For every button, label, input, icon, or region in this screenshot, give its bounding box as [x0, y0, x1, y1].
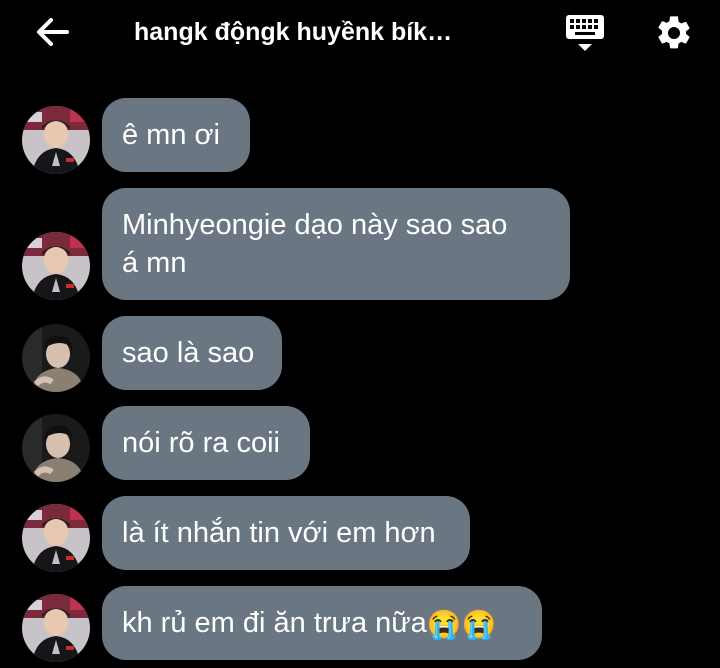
- arrow-left-icon: [37, 18, 69, 46]
- avatar[interactable]: [22, 594, 90, 662]
- avatar-image: [22, 106, 90, 174]
- gear-icon: [658, 16, 690, 49]
- message-text: là ít nhắn tin với em hơn: [122, 517, 436, 549]
- message-bubble[interactable]: nói rõ ra coii: [102, 406, 310, 480]
- message-text: Minhyeongie dạo này sao sao: [122, 209, 508, 241]
- avatar[interactable]: [22, 414, 90, 482]
- message-text: kh rủ em đi ăn trưa nữa: [122, 607, 427, 639]
- message-bubble[interactable]: Minhyeongie dạo này sao sao á mn: [102, 188, 570, 300]
- back-button[interactable]: [30, 12, 74, 52]
- avatar[interactable]: [22, 324, 90, 392]
- avatar-image: [22, 504, 90, 572]
- keyboard-button[interactable]: [560, 10, 610, 56]
- avatar[interactable]: [22, 106, 90, 174]
- settings-button[interactable]: [650, 10, 698, 56]
- chat-title: hangk độngk huyềnk bík…: [134, 18, 453, 46]
- avatar-image: [22, 594, 90, 662]
- avatar[interactable]: [22, 504, 90, 572]
- top-bar: hangk độngk huyềnk bík…: [0, 0, 720, 66]
- avatar[interactable]: [22, 232, 90, 300]
- avatar-image: [22, 414, 90, 482]
- message-bubble[interactable]: sao là sao: [102, 316, 282, 390]
- crying-emoji-icon: 😭😭: [426, 609, 497, 640]
- message-bubble[interactable]: kh rủ em đi ăn trưa nữa😭😭: [102, 586, 542, 660]
- message-bubble[interactable]: ê mn ơi: [102, 98, 250, 172]
- avatar-image: [22, 232, 90, 300]
- message-text: nói rõ ra coii: [122, 427, 280, 459]
- message-text: ê mn ơi: [122, 119, 220, 151]
- message-text: sao là sao: [122, 337, 255, 369]
- message-bubble[interactable]: là ít nhắn tin với em hơn: [102, 496, 470, 570]
- message-text-line-2: á mn: [122, 247, 187, 279]
- avatar-image: [22, 324, 90, 392]
- keyboard-icon: [566, 15, 604, 51]
